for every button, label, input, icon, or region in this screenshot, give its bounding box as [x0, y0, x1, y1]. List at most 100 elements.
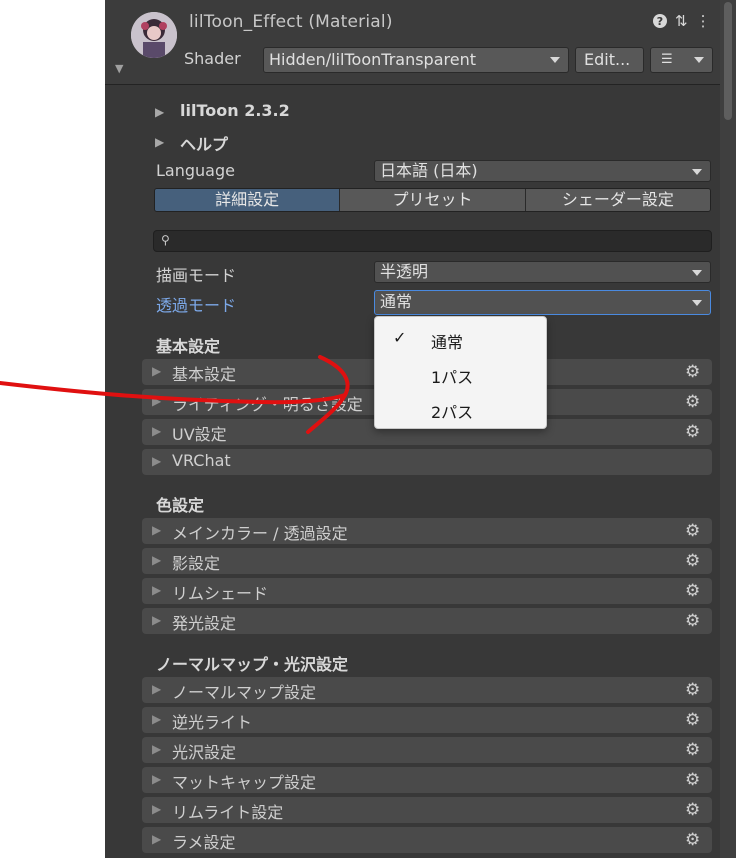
list-icon: ☰: [661, 52, 673, 67]
foldout-arrow-icon: ▶: [152, 424, 162, 438]
foldout-rim-shade[interactable]: ▶ リムシェード ⚙: [142, 578, 712, 604]
foldout-label: 逆光ライト: [172, 713, 253, 732]
scrollbar-thumb[interactable]: [724, 2, 732, 120]
foldout-arrow-icon: ▶: [152, 712, 162, 726]
transparent-mode-label: 透過モード: [156, 296, 237, 315]
foldout-arrow-icon: ▶: [152, 364, 162, 378]
chevron-down-icon: [692, 300, 702, 306]
foldout-label: リムシェード: [172, 584, 269, 603]
foldout-label: ライティング・明るさ設定: [172, 395, 363, 414]
section-title-color: 色設定: [156, 496, 205, 515]
gear-icon[interactable]: ⚙: [685, 551, 700, 571]
foldout-arrow-icon[interactable]: ▶: [155, 135, 164, 149]
shader-edit-button[interactable]: Edit...: [575, 47, 644, 73]
option-label: 1パス: [431, 368, 474, 387]
chevron-down-icon: [692, 169, 702, 175]
gear-icon[interactable]: ⚙: [685, 800, 700, 820]
option-two-pass[interactable]: 2パス: [375, 393, 546, 423]
foldout-rim-light[interactable]: ▶ リムライト設定 ⚙: [142, 797, 712, 823]
foldout-main-color[interactable]: ▶ メインカラー / 透過設定 ⚙: [142, 518, 712, 544]
material-preview-thumbnail: [131, 12, 177, 58]
transparent-mode-value: 通常: [380, 292, 413, 311]
gear-icon[interactable]: ⚙: [685, 740, 700, 760]
header-foldout-arrow-icon[interactable]: ▼: [115, 62, 123, 75]
gear-icon[interactable]: ⚙: [685, 392, 700, 412]
option-label: 通常: [431, 333, 464, 352]
foldout-label: 光沢設定: [172, 743, 237, 762]
language-value: 日本語 (日本): [380, 161, 478, 180]
chevron-down-icon: [550, 57, 560, 63]
gear-icon[interactable]: ⚙: [685, 521, 700, 541]
gear-icon[interactable]: ⚙: [685, 680, 700, 700]
help-icon[interactable]: ?: [653, 14, 667, 28]
foldout-shadow[interactable]: ▶ 影設定 ⚙: [142, 548, 712, 574]
gear-icon[interactable]: ⚙: [685, 770, 700, 790]
help-foldout[interactable]: ヘルプ: [180, 131, 228, 155]
tab-presets[interactable]: プリセット: [340, 189, 526, 211]
tab-advanced-settings[interactable]: 詳細設定: [155, 189, 341, 211]
transparent-mode-dropdown[interactable]: 通常: [374, 290, 711, 315]
option-label: 2パス: [431, 403, 474, 422]
foldout-arrow-icon: ▶: [152, 454, 162, 468]
kebab-menu-icon[interactable]: ⋮: [696, 14, 711, 29]
inspector-panel: ▼ lilToon_Effect (Material) ? ⇅ ⋮ Shader…: [105, 0, 736, 858]
section-title-basic: 基本設定: [156, 337, 221, 356]
foldout-arrow-icon: ▶: [152, 394, 162, 408]
foldout-label: ラメ設定: [172, 833, 236, 852]
chevron-down-icon: [694, 57, 704, 63]
gear-icon[interactable]: ⚙: [685, 581, 700, 601]
foldout-label: 基本設定: [172, 365, 237, 384]
foldout-label: 発光設定: [172, 614, 237, 633]
foldout-arrow-icon: ▶: [152, 832, 162, 846]
gear-icon[interactable]: ⚙: [685, 710, 700, 730]
foldout-emission[interactable]: ▶ 発光設定 ⚙: [142, 608, 712, 634]
foldout-normal-map[interactable]: ▶ ノーマルマップ設定 ⚙: [142, 677, 712, 703]
language-dropdown[interactable]: 日本語 (日本): [374, 160, 711, 182]
tab-shader-settings[interactable]: シェーダー設定: [525, 189, 710, 211]
chevron-down-icon: [692, 270, 702, 276]
render-mode-value: 半透明: [380, 262, 429, 281]
foldout-vrchat[interactable]: ▶ VRChat: [142, 449, 712, 475]
checkmark-icon: ✓: [393, 328, 407, 347]
preset-sliders-icon[interactable]: ⇅: [675, 14, 688, 29]
foldout-arrow-icon: ▶: [152, 523, 162, 537]
option-normal[interactable]: ✓ 通常: [375, 323, 546, 353]
foldout-arrow-icon: ▶: [152, 802, 162, 816]
foldout-label: メインカラー / 透過設定: [172, 524, 348, 543]
foldout-arrow-icon: ▶: [152, 742, 162, 756]
header-icons: ? ⇅ ⋮: [653, 14, 711, 29]
search-input[interactable]: ⚲: [153, 230, 712, 252]
foldout-matcap[interactable]: ▶ マットキャップ設定 ⚙: [142, 767, 712, 793]
section-title-normal: ノーマルマップ・光沢設定: [156, 655, 349, 674]
shader-list-button[interactable]: ☰: [650, 47, 713, 73]
gear-icon[interactable]: ⚙: [685, 422, 700, 442]
scrollbar[interactable]: [720, 0, 736, 858]
render-mode-label: 描画モード: [156, 266, 237, 285]
option-one-pass[interactable]: 1パス: [375, 358, 546, 388]
foldout-label: 影設定: [172, 554, 221, 573]
mode-tabs: 詳細設定 プリセット シェーダー設定: [154, 188, 711, 212]
foldout-backlight[interactable]: ▶ 逆光ライト ⚙: [142, 707, 712, 733]
shader-label: Shader: [184, 49, 241, 68]
language-label: Language: [156, 161, 235, 180]
transparent-mode-options-menu: ✓ 通常 1パス 2パス: [374, 316, 547, 429]
shader-dropdown-value: Hidden/lilToonTransparent: [269, 50, 476, 69]
foldout-label: リムライト設定: [172, 803, 284, 822]
foldout-arrow-icon: ▶: [152, 613, 162, 627]
gear-icon[interactable]: ⚙: [685, 830, 700, 850]
foldout-reflection[interactable]: ▶ 光沢設定 ⚙: [142, 737, 712, 763]
search-icon: ⚲: [161, 233, 170, 247]
shader-dropdown[interactable]: Hidden/lilToonTransparent: [263, 47, 569, 73]
foldout-label: マットキャップ設定: [172, 773, 317, 792]
material-header: ▼ lilToon_Effect (Material) ? ⇅ ⋮ Shader…: [105, 0, 720, 85]
version-foldout[interactable]: lilToon 2.3.2: [180, 101, 290, 120]
render-mode-dropdown[interactable]: 半透明: [374, 261, 711, 283]
foldout-arrow-icon: ▶: [152, 682, 162, 696]
gear-icon[interactable]: ⚙: [685, 611, 700, 631]
gear-icon[interactable]: ⚙: [685, 362, 700, 382]
foldout-arrow-icon: ▶: [152, 553, 162, 567]
foldout-label: VRChat: [172, 451, 231, 470]
foldout-glitter[interactable]: ▶ ラメ設定 ⚙: [142, 827, 712, 853]
foldout-arrow-icon[interactable]: ▶: [155, 105, 164, 119]
material-title: lilToon_Effect (Material): [189, 12, 393, 32]
